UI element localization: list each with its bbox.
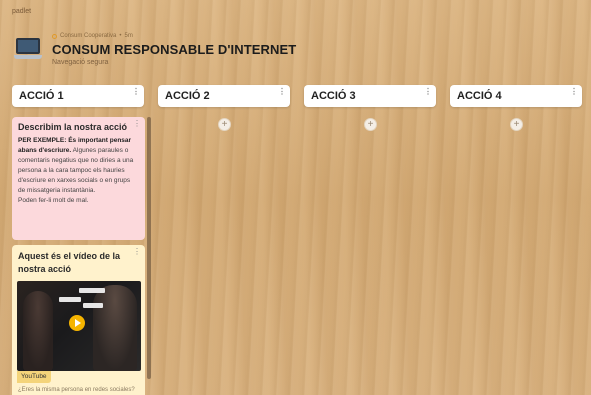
video-person-left	[23, 291, 53, 371]
board-subtitle: Navegació segura	[52, 59, 109, 66]
add-post-button-4[interactable]: +	[510, 118, 523, 131]
laptop-icon	[14, 38, 42, 64]
post-tail: Poden fer-li molt de mal.	[18, 197, 89, 204]
more-icon[interactable]: ⋮	[132, 88, 140, 96]
video-source-label: YouTube	[17, 371, 51, 383]
more-icon[interactable]: ⋮	[278, 88, 286, 96]
more-icon[interactable]: ⋮	[570, 88, 578, 96]
more-icon[interactable]: ⋮	[424, 88, 432, 96]
author-avatar	[52, 33, 57, 39]
video-thumbnail[interactable]	[17, 281, 141, 371]
column-title: ACCIÓ 3	[311, 90, 356, 102]
more-icon[interactable]: ⋮	[133, 248, 141, 256]
add-post-button-2[interactable]: +	[218, 118, 231, 131]
post-body: PER EXEMPLE: És important pensar abans d…	[18, 136, 139, 206]
board-title: CONSUM RESPONSABLE D'INTERNET	[52, 42, 297, 57]
column-header-1[interactable]: ACCIÓ 1 ⋮	[12, 85, 144, 107]
brand-logo[interactable]: padlet	[12, 8, 31, 15]
video-person-right	[93, 285, 137, 371]
post-title: Describim la nostra acció	[18, 122, 128, 132]
column-header-3[interactable]: ACCIÓ 3 ⋮	[304, 85, 436, 107]
board-time: 5m	[124, 33, 133, 39]
post-card-video[interactable]: ⋮ Aquest és el vídeo de la nostra acció …	[12, 245, 145, 395]
column-title: ACCIÓ 2	[165, 90, 210, 102]
board-author: Consum Cooperativa	[60, 33, 117, 39]
column-header-2[interactable]: ACCIÓ 2 ⋮	[158, 85, 290, 107]
video-overlay-label	[79, 288, 105, 293]
column-title: ACCIÓ 4	[457, 90, 502, 102]
column-header-4[interactable]: ACCIÓ 4 ⋮	[450, 85, 582, 107]
video-caption: ¿Eres la misma persona en redes sociales…	[18, 387, 135, 393]
post-title: Aquest és el vídeo de la nostra acció	[18, 251, 121, 274]
column-scrollbar[interactable]	[147, 117, 151, 379]
post-text: Algunes paraules o comentaris negatius q…	[18, 147, 134, 194]
video-overlay-label	[83, 303, 103, 308]
add-post-button-3[interactable]: +	[364, 118, 377, 131]
play-icon[interactable]	[69, 315, 85, 331]
more-icon[interactable]: ⋮	[133, 120, 141, 128]
column-title: ACCIÓ 1	[19, 90, 64, 102]
video-overlay-label	[59, 297, 81, 302]
meta-separator: •	[119, 33, 122, 39]
board-meta: Consum Cooperativa • 5m	[52, 33, 133, 39]
post-card[interactable]: ⋮ Describim la nostra acció PER EXEMPLE:…	[12, 117, 145, 240]
